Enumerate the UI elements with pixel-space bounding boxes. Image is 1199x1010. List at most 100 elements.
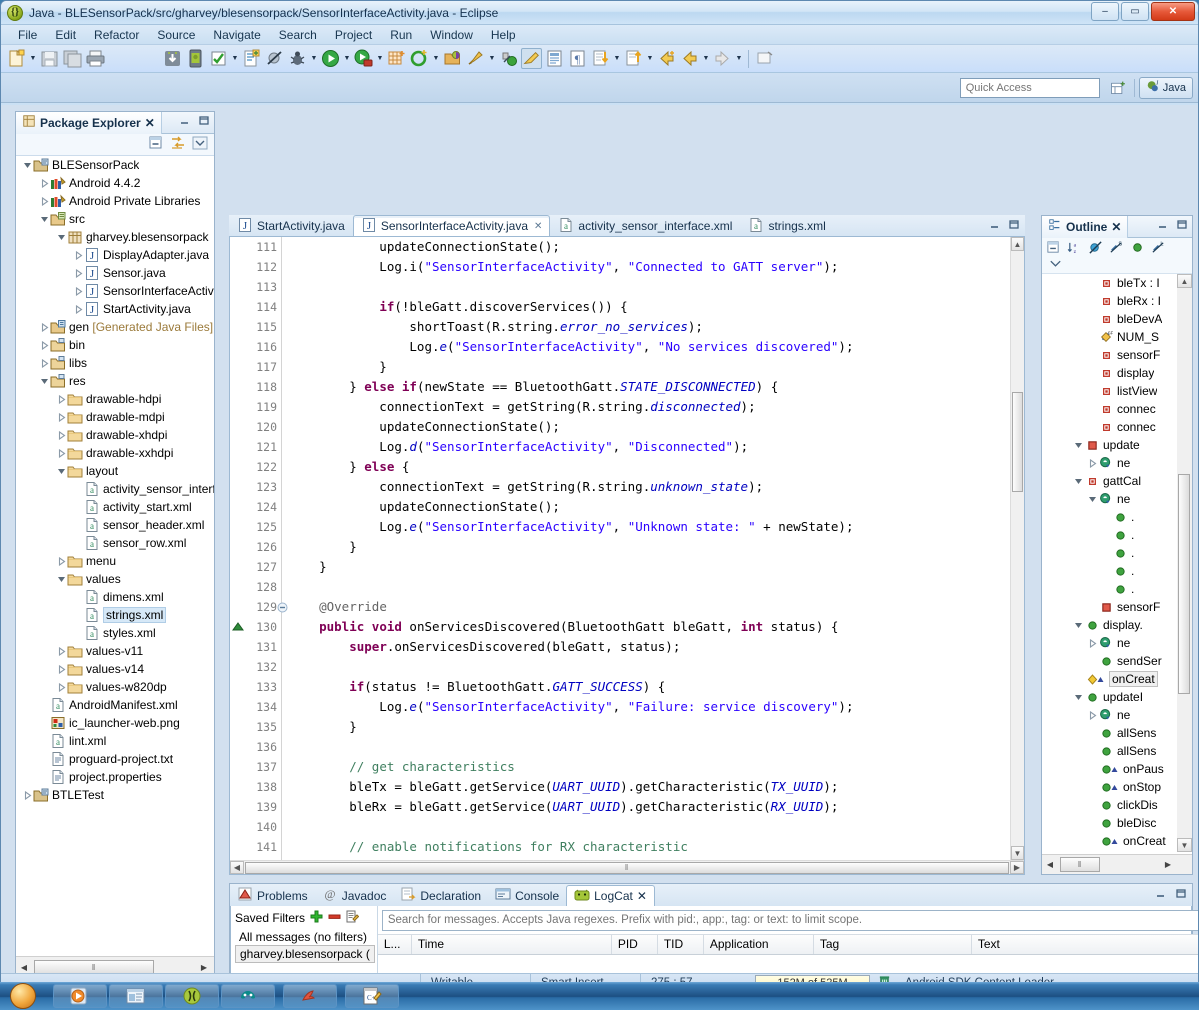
maximize-editor-icon[interactable]: [1007, 218, 1021, 232]
link-with-editor-icon[interactable]: [170, 135, 186, 154]
outline-item[interactable]: sensorF: [1042, 346, 1192, 364]
saved-filter-item[interactable]: gharvey.blesensorpack (: [235, 945, 375, 963]
logcat-column-header[interactable]: Text: [972, 935, 1198, 954]
outline-item[interactable]: ne: [1042, 706, 1192, 724]
outline-item[interactable]: ne: [1042, 634, 1192, 652]
run-dropdown-icon[interactable]: ▼: [342, 50, 352, 68]
maximize-view-icon[interactable]: [197, 114, 211, 128]
outline-item[interactable]: .: [1042, 562, 1192, 580]
taskbar-item-editor[interactable]: C++: [345, 984, 399, 1008]
menu-project[interactable]: Project: [326, 26, 381, 44]
bottom-tab-logcat[interactable]: LogCat ✕: [566, 885, 655, 906]
menu-source[interactable]: Source: [148, 26, 204, 44]
package-tree-item[interactable]: values-w820dp: [16, 678, 214, 696]
menu-search[interactable]: Search: [270, 26, 326, 44]
open-type-icon[interactable]: [442, 48, 463, 69]
remove-filter-icon[interactable]: [328, 910, 341, 926]
new-android-project-icon[interactable]: [386, 48, 407, 69]
debug-icon[interactable]: [287, 48, 308, 69]
logcat-search-input[interactable]: [381, 909, 1198, 931]
new-wizard-dropdown-icon[interactable]: ▼: [28, 50, 38, 68]
package-tree-item[interactable]: gharvey.blesensorpack: [16, 228, 214, 246]
close-icon[interactable]: ✕: [534, 221, 542, 232]
bottom-tab-declaration[interactable]: Declaration: [393, 885, 488, 906]
outline-item[interactable]: updateI: [1042, 688, 1192, 706]
scroll-down-icon[interactable]: ▼: [1011, 846, 1024, 860]
quick-access-input[interactable]: [959, 77, 1100, 98]
outline-item[interactable]: bleRx : I: [1042, 292, 1192, 310]
close-button[interactable]: ✕: [1151, 2, 1195, 21]
package-tree-item[interactable]: drawable-mdpi: [16, 408, 214, 426]
minimize-button[interactable]: –: [1091, 2, 1119, 21]
outline-item[interactable]: .: [1042, 526, 1192, 544]
package-tree-item[interactable]: a dimens.xml: [16, 588, 214, 606]
expand-arrow-closed-icon[interactable]: [56, 642, 67, 660]
expand-arrow-closed-icon[interactable]: [56, 678, 67, 696]
outline-item[interactable]: allSens: [1042, 724, 1192, 742]
expand-arrow-closed-icon[interactable]: [39, 192, 50, 210]
package-tree-item[interactable]: libs: [16, 354, 214, 372]
outline-item[interactable]: bleDisc: [1042, 814, 1192, 832]
expand-arrow-closed-icon[interactable]: [22, 786, 33, 804]
expand-arrow-closed-icon[interactable]: [56, 408, 67, 426]
start-button[interactable]: [0, 982, 46, 1010]
expand-arrow-open-icon[interactable]: [22, 156, 33, 174]
package-tree-item[interactable]: values: [16, 570, 214, 588]
hide-fields-icon[interactable]: [1088, 240, 1103, 258]
bottom-tab-console[interactable]: Console: [488, 885, 566, 906]
taskbar-item-app-teal[interactable]: [221, 984, 275, 1008]
logcat-column-header[interactable]: Application: [704, 935, 814, 954]
expand-arrow-open-icon[interactable]: [56, 462, 67, 480]
package-tree-item[interactable]: a AndroidManifest.xml: [16, 696, 214, 714]
taskbar-item-app-green[interactable]: [165, 984, 219, 1008]
run-external-tools-icon[interactable]: [353, 48, 374, 69]
saved-filters-list[interactable]: All messages (no filters) gharvey.blesens…: [235, 929, 377, 963]
expand-arrow-closed-icon[interactable]: [39, 354, 50, 372]
package-tree-item[interactable]: a activity_start.xml: [16, 498, 214, 516]
expand-arrow-closed-icon[interactable]: [39, 174, 50, 192]
perspective-java-button[interactable]: J Java: [1138, 76, 1193, 99]
package-tree-item[interactable]: Android Private Libraries: [16, 192, 214, 210]
menu-refactor[interactable]: Refactor: [85, 26, 148, 44]
debug-dropdown-icon[interactable]: ▼: [309, 50, 319, 68]
print-icon[interactable]: [85, 48, 106, 69]
last-edit-dropdown-icon[interactable]: ▼: [612, 50, 622, 68]
outline-vscrollbar[interactable]: ▲ ▼: [1177, 274, 1192, 852]
menu-help[interactable]: Help: [482, 26, 525, 44]
expand-arrow-closed-icon[interactable]: [1086, 706, 1098, 724]
back-to-last-icon[interactable]: [656, 48, 677, 69]
show-whitespace-icon[interactable]: ¶: [567, 48, 588, 69]
package-tree-item[interactable]: values-v14: [16, 660, 214, 678]
package-tree-item[interactable]: gen [Generated Java Files]: [16, 318, 214, 336]
new-wizard-icon[interactable]: [6, 48, 27, 69]
outline-item[interactable]: .: [1042, 508, 1192, 526]
bottom-tab-javadoc[interactable]: @ Javadoc: [315, 885, 394, 906]
editor-tab[interactable]: J StartActivity.java: [229, 215, 353, 236]
outline-item[interactable]: allSens: [1042, 742, 1192, 760]
taskbar-item-explorer[interactable]: [109, 984, 163, 1008]
outline-vscroll-thumb[interactable]: [1178, 474, 1190, 694]
editor-code-area[interactable]: updateConnectionState(); Log.i("SensorIn…: [283, 237, 1010, 860]
menu-window[interactable]: Window: [421, 26, 482, 44]
expand-arrow-closed-icon[interactable]: [39, 336, 50, 354]
outline-item[interactable]: .: [1042, 544, 1192, 562]
package-tree-item[interactable]: drawable-hdpi: [16, 390, 214, 408]
tab-outline[interactable]: Outline ✕: [1042, 215, 1129, 238]
package-explorer-tree[interactable]: BLESensorPack Android 4.4.2 Android Privat…: [16, 156, 214, 954]
collapse-all-icon[interactable]: [1046, 240, 1061, 258]
search-dropdown-icon[interactable]: ▼: [431, 50, 441, 68]
package-tree-item[interactable]: a strings.xml: [16, 606, 214, 624]
outline-item[interactable]: SF NUM_S: [1042, 328, 1192, 346]
hscroll-left-icon[interactable]: ◀: [230, 861, 244, 874]
package-tree-item[interactable]: menu: [16, 552, 214, 570]
search-new-icon[interactable]: [409, 48, 430, 69]
outline-item[interactable]: sensorF: [1042, 598, 1192, 616]
outline-hscroll-thumb[interactable]: ‖: [1060, 857, 1100, 872]
package-tree-item[interactable]: J SensorInterfaceActivity.java: [16, 282, 214, 300]
expand-arrow-open-icon[interactable]: [1086, 490, 1098, 508]
package-tree-item[interactable]: res: [16, 372, 214, 390]
saved-filter-item[interactable]: All messages (no filters): [235, 929, 375, 945]
menu-edit[interactable]: Edit: [46, 26, 85, 44]
package-tree-item[interactable]: ic_launcher-web.png: [16, 714, 214, 732]
outline-view-menu-icon[interactable]: [1048, 258, 1063, 273]
